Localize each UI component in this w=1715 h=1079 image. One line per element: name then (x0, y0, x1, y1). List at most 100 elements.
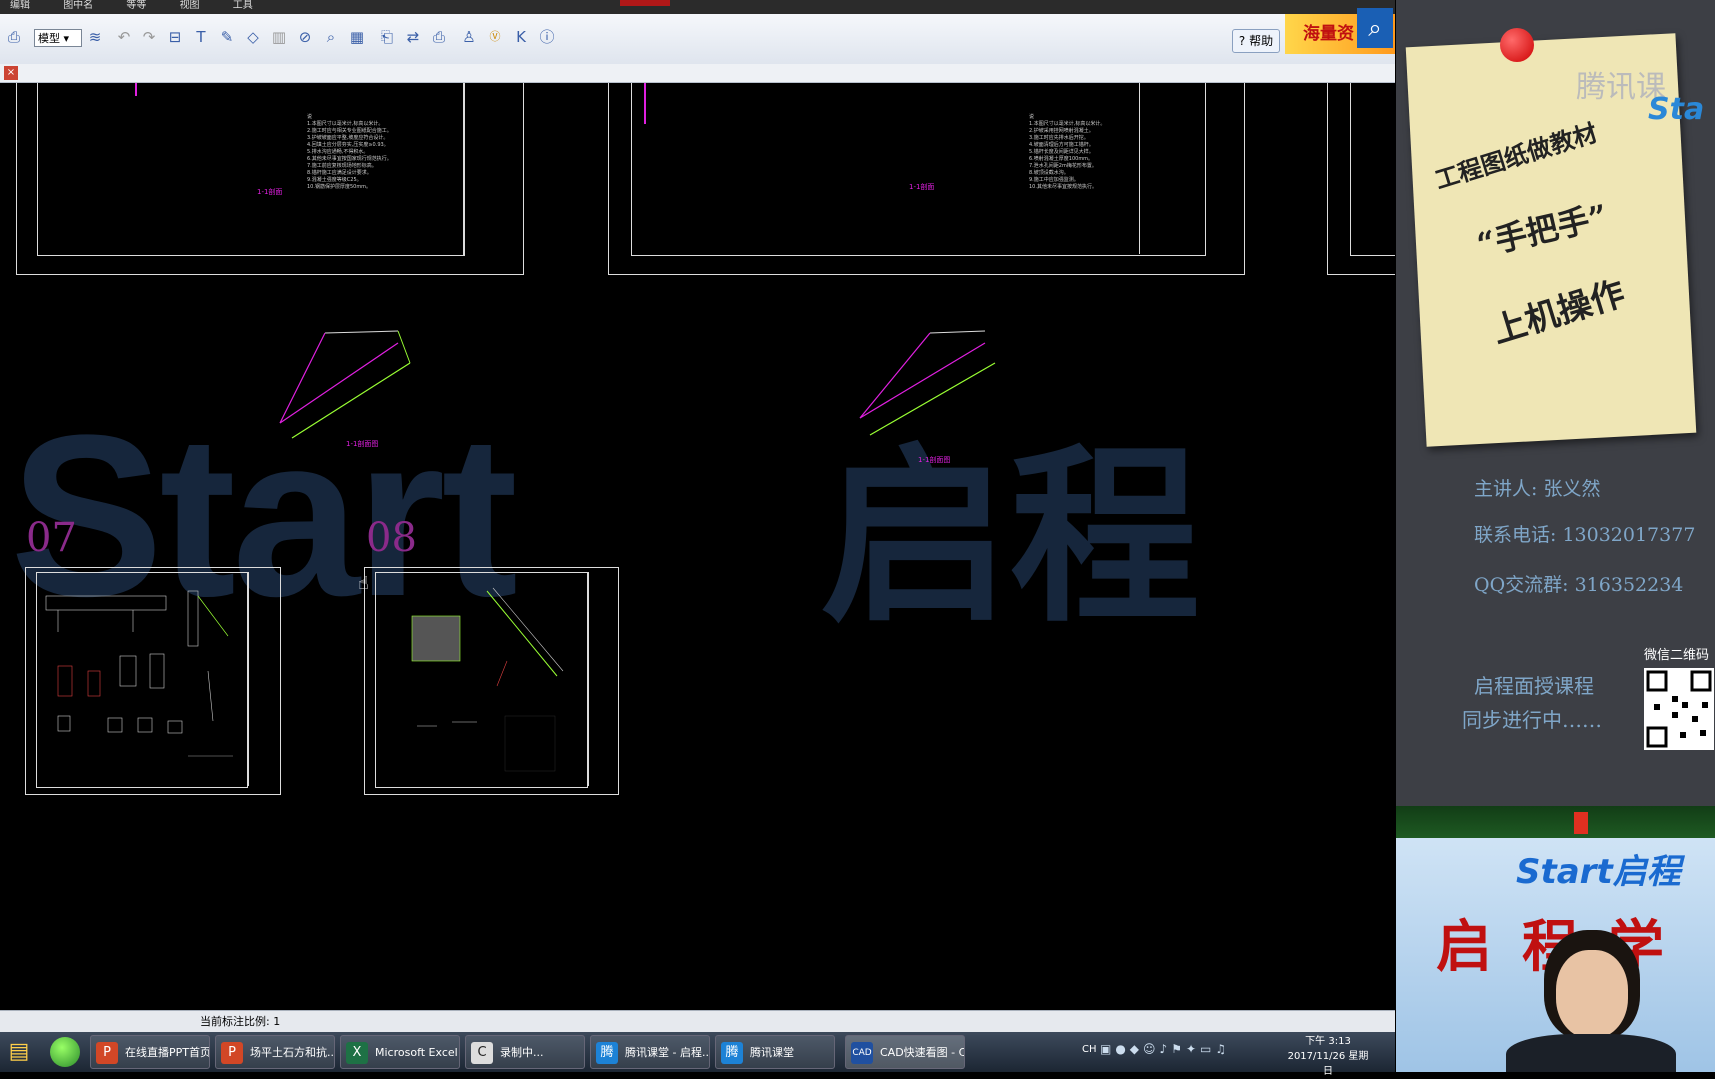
promo-line-1: 启程面授课程 (1474, 674, 1594, 698)
qq-group: QQ交流群: 316352234 (1474, 574, 1684, 596)
help-button[interactable]: ? 帮助 (1232, 29, 1280, 53)
sheet-08-titlebar (588, 572, 589, 786)
redo-icon[interactable]: ↷ (140, 28, 158, 46)
drawing-sheet-08[interactable] (364, 567, 619, 795)
taskbar-label-3: 录制中... (500, 1046, 544, 1059)
user-icon[interactable]: ♙ (460, 28, 478, 46)
taskbar-label-5: 腾讯课堂 (750, 1046, 794, 1059)
menu-item-2[interactable]: 图中名 (63, 0, 93, 12)
browser-icon[interactable] (50, 1037, 80, 1067)
taskbar-item-0[interactable]: P 在线直播PPT首页 (90, 1035, 210, 1069)
wechat-qr-code[interactable] (1644, 668, 1714, 750)
search-icon[interactable]: ⌕ (1357, 8, 1393, 48)
sheet-a-section-label: 1-1剖面 (257, 188, 283, 196)
vip-icon[interactable]: Ⓥ (486, 28, 504, 46)
teacher-name: 主讲人: 张义然 (1474, 478, 1601, 500)
taskbar: ▤ P 在线直播PPT首页 P 场平土石方和抗... X Microsoft Exce… (0, 1032, 1395, 1072)
start-logo: Sta (1648, 92, 1705, 127)
webcam-top-strip (1396, 806, 1715, 838)
sheet-a-frame (37, 83, 465, 256)
help-label: 帮助 (1249, 34, 1274, 48)
taskbar-label-0: 在线直播PPT首页 (125, 1046, 210, 1059)
note-line-2: “手把手” (1473, 196, 1612, 264)
tencent-classroom-icon: 腾 (721, 1042, 743, 1064)
drawing-sheet-c (1327, 83, 1395, 275)
eraser-icon[interactable]: ◇ (244, 28, 262, 46)
recorder-icon: C (471, 1042, 493, 1064)
sheet-a-titlebar (463, 83, 465, 256)
input-language[interactable]: CH (1082, 1044, 1097, 1055)
note-line-1: 工程图纸做教材 (1431, 117, 1601, 195)
sheet-b-marker (644, 83, 646, 124)
toolbar: ⎙ 模型 ▾ ≋ ↶ ↷ ⊟ T ✎ ◇ ▥ ⊘ ⌕ ▦ ⎗ ⇄ ⎙ ♙ Ⓥ K… (0, 14, 1395, 65)
taskbar-label-2: Microsoft Excel ... (375, 1046, 459, 1059)
menu-item-3[interactable]: 等等 (126, 0, 146, 12)
hide-icon[interactable]: ⊘ (296, 28, 314, 46)
system-clock[interactable]: 下午 3:13 2017/11/26 星期日 (1283, 1034, 1373, 1079)
sheet-number-07: 07 (26, 515, 77, 561)
pushpin-icon (1500, 28, 1534, 62)
powerpoint-icon: P (221, 1042, 243, 1064)
taskbar-item-5[interactable]: 腾腾讯课堂 (715, 1035, 835, 1069)
sheet-a-marker (135, 83, 137, 96)
close-drawing-icon[interactable]: × (4, 66, 18, 80)
undo-icon[interactable]: ↶ (115, 28, 133, 46)
pen-icon[interactable]: ✎ (218, 28, 236, 46)
convert-icon[interactable]: ⇄ (404, 28, 422, 46)
taskbar-label-6: CAD快速看图 - C... (880, 1046, 964, 1059)
drawing-canvas[interactable]: Start 启程 说 1.本图尺寸以毫米计,标高以米计。 2.施工时应与相关专业… (0, 83, 1395, 1010)
menubar-accent (620, 0, 670, 6)
sheet-07-titlebar (248, 572, 249, 786)
scale-status: 当前标注比例: 1 (200, 1015, 281, 1028)
presenter-face (1556, 950, 1628, 1038)
menu-item-edit[interactable]: 编辑 (10, 0, 30, 12)
tencent-classroom-icon: 腾 (596, 1042, 618, 1064)
drawing-sheet-07[interactable] (25, 567, 281, 795)
taskbar-item-4[interactable]: 腾腾讯课堂 - 启程... (590, 1035, 710, 1069)
info-icon[interactable]: ⓘ (538, 28, 556, 46)
sheet-b-notes: 说 1.本图尺寸以毫米计,标高以米计。 2.护坡采用挂网喷射混凝土。 3.施工时… (1029, 114, 1106, 190)
measure-icon[interactable]: ⊟ (166, 28, 184, 46)
course-panel: 工程图纸做教材 “手把手” 上机操作 腾讯课 Sta 主讲人: 张义然 联系电话… (1396, 0, 1715, 1072)
taskbar-item-2[interactable]: X Microsoft Excel ... (340, 1035, 460, 1069)
taskbar-item-3[interactable]: C 录制中... (465, 1035, 585, 1069)
table-icon[interactable]: ▦ (348, 28, 366, 46)
webcam-logo: Start启程 (1516, 852, 1681, 892)
menu-item-tools[interactable]: 工具 (233, 0, 253, 12)
text-icon[interactable]: T (192, 28, 210, 46)
sheet-b-section-label: 1-1剖面 (909, 183, 935, 191)
zoom-page-icon[interactable]: ⎙ (5, 28, 23, 46)
explorer-icon[interactable]: ▤ (4, 1036, 34, 1068)
layers-icon[interactable]: ≋ (86, 28, 104, 46)
k-logo-icon[interactable]: K (512, 28, 530, 46)
section-detail-left (279, 330, 411, 439)
print-icon[interactable]: ⎙ (430, 28, 448, 46)
taskbar-item-6[interactable]: CAD CAD快速看图 - C... (845, 1035, 965, 1069)
section-detail-right (859, 330, 996, 436)
taskbar-item-1[interactable]: P 场平土石方和抗... (215, 1035, 335, 1069)
section-label-left: 1-1剖面图 (346, 440, 379, 448)
clock-time: 下午 3:13 (1305, 1036, 1351, 1047)
taskbar-label-4: 腾讯课堂 - 启程... (625, 1046, 710, 1059)
sheet-b-titlebar (1139, 83, 1140, 254)
menu-item-view[interactable]: 视图 (180, 0, 200, 12)
wechat-label: 微信二维码 (1644, 648, 1710, 663)
view-mode-select[interactable]: 模型 ▾ (34, 29, 82, 47)
menu-bar: 编辑 图中名 等等 视图 工具 (0, 0, 1395, 14)
sheet-a-notes: 说 1.本图尺寸以毫米计,标高以米计。 2.施工时应与相关专业图纸配合施工。 3… (307, 114, 392, 190)
sheet-number-08: 08 (366, 515, 417, 561)
note-line-3: 上机操作 (1487, 273, 1630, 352)
view-mode-value: 模型 (38, 32, 60, 45)
find-text-icon[interactable]: ⌕ (322, 28, 340, 46)
section-label-right: 1-1剖面图 (918, 456, 951, 464)
preview-icon[interactable]: ⎗ (378, 28, 396, 46)
tray-icons[interactable]: ▣●◆☺♪⚑✦▭♫ (1100, 1042, 1230, 1056)
sheet-c-frame (1350, 83, 1395, 256)
presenter-body (1506, 1034, 1676, 1072)
tab-bar (0, 64, 1395, 83)
delete-icon[interactable]: ▥ (270, 28, 288, 46)
status-bar: 当前标注比例: 1 (0, 1010, 1395, 1033)
clock-date: 2017/11/26 星期日 (1287, 1051, 1369, 1077)
sheet-07-content (45, 590, 233, 757)
drawing-sheet-a: 说 1.本图尺寸以毫米计,标高以米计。 2.施工时应与相关专业图纸配合施工。 3… (16, 83, 524, 275)
